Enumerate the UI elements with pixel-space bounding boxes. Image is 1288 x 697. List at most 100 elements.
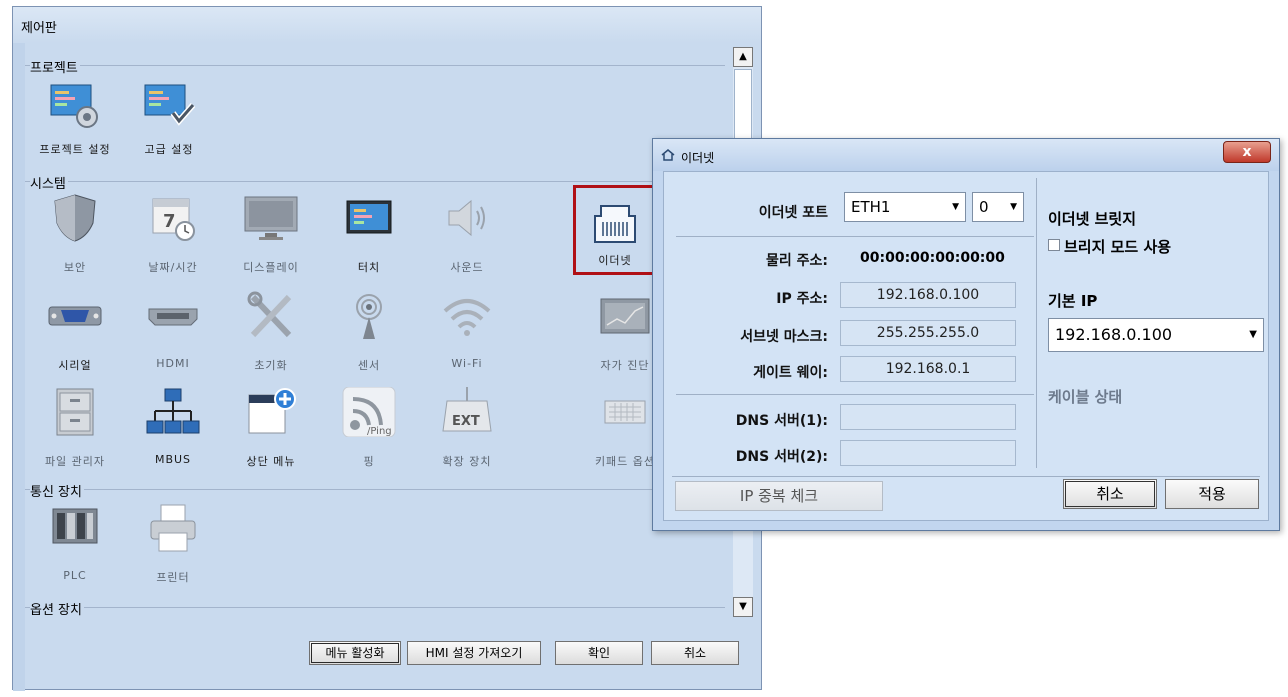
tile-expansion[interactable]: EXT 확장 장치 — [419, 387, 515, 479]
cable-status-label: 케이블 상태 — [1048, 388, 1123, 406]
vertical-separator — [1036, 178, 1037, 468]
gateway-field[interactable]: 192.168.0.1 — [840, 356, 1016, 382]
bridge-mode-checkbox[interactable] — [1048, 239, 1060, 251]
menu-activate-button[interactable]: 메뉴 활성화 — [309, 641, 401, 665]
gateway-label: 게이트 웨이: — [753, 365, 828, 381]
default-ip-select[interactable]: 192.168.0.100 ▼ — [1048, 318, 1264, 352]
tile-wifi[interactable]: Wi-Fi — [419, 291, 515, 383]
section-project-label: 프로젝트 — [30, 57, 80, 76]
ip-duplicate-check-button[interactable]: IP 중복 체크 — [675, 481, 883, 511]
ethernet-dialog-titlebar[interactable]: 이더넷 x — [653, 139, 1279, 171]
tile-label: 사운드 — [450, 261, 484, 274]
tile-label: 이더넷 — [598, 254, 632, 267]
tile-date-time[interactable]: 7 날짜/시간 — [125, 193, 221, 285]
dns1-field[interactable] — [840, 404, 1016, 430]
dns2-field[interactable] — [840, 440, 1016, 466]
scroll-down-icon[interactable]: ▼ — [733, 597, 753, 617]
tile-label: 시리얼 — [58, 359, 92, 372]
tools-icon — [247, 291, 292, 338]
home-icon — [661, 149, 675, 161]
tile-top-menu[interactable]: 상단 메뉴 — [223, 387, 319, 479]
dns2-label: DNS 서버(2): — [735, 449, 828, 465]
dialog-cancel-button[interactable]: 취소 — [1063, 479, 1157, 509]
tile-label: 디스플레이 — [243, 261, 299, 274]
bridge-mode-checkbox-row[interactable]: 브리지 모드 사용 — [1048, 236, 1258, 256]
advanced-settings-icon — [144, 84, 196, 126]
dialog-apply-button[interactable]: 적용 — [1165, 479, 1259, 509]
cancel-button[interactable]: 취소 — [651, 641, 739, 665]
bridge-title: 이더넷 브릿지 — [1048, 210, 1137, 228]
hdmi-port-icon — [148, 308, 198, 326]
tile-reset[interactable]: 초기화 — [223, 291, 319, 383]
control-panel-content: 프로젝트 프로젝트 설정 고급 설정 시스템 보안 7 날짜/시간 디스플레이 … — [25, 45, 755, 625]
tile-sensor[interactable]: 센서 — [321, 291, 417, 383]
ping-icon: /Ping — [342, 387, 396, 437]
tile-security[interactable]: 보안 — [27, 193, 123, 285]
port-select[interactable]: ETH1 ▼ — [844, 192, 966, 222]
ethernet-dialog: 이더넷 x 이더넷 포트 ETH1 ▼ 0 ▼ 물리 주소: 00:00:00:… — [652, 138, 1280, 531]
control-panel-titlebar[interactable]: 제어판 — [13, 7, 761, 43]
scroll-thumb[interactable] — [734, 69, 752, 149]
separator — [676, 394, 1034, 395]
diagnosis-chart-icon — [600, 298, 650, 334]
project-settings-icon — [50, 84, 98, 128]
tile-label: Wi-Fi — [451, 357, 483, 370]
tile-file-manager[interactable]: 파일 관리자 — [27, 387, 123, 479]
port-index-select[interactable]: 0 ▼ — [972, 192, 1024, 222]
ethernet-port-icon — [594, 205, 636, 243]
hmi-import-button[interactable]: HMI 설정 가져오기 — [407, 641, 541, 665]
tile-label: MBUS — [154, 453, 192, 466]
plc-icon — [52, 508, 98, 544]
shield-icon — [54, 194, 96, 242]
tile-label: 날짜/시간 — [148, 261, 198, 274]
port-index-value: 0 — [979, 198, 989, 216]
tile-label: 고급 설정 — [144, 143, 194, 156]
tile-label: 파일 관리자 — [44, 455, 106, 468]
tile-sound[interactable]: 사운드 — [419, 193, 515, 285]
section-project: 프로젝트 — [25, 57, 725, 76]
dns1-label: DNS 서버(1): — [735, 413, 828, 429]
mac-value: 00:00:00:00:00:00 — [860, 250, 1005, 266]
keyboard-icon — [604, 400, 646, 424]
chevron-down-icon: ▼ — [1249, 329, 1257, 340]
ok-button[interactable]: 확인 — [555, 641, 643, 665]
tile-label: 프로젝트 설정 — [39, 143, 111, 156]
ext-text: EXT — [452, 414, 480, 429]
tile-mbus[interactable]: MBUS — [125, 387, 221, 479]
tile-project-settings[interactable]: 프로젝트 설정 — [27, 83, 123, 175]
tile-display[interactable]: 디스플레이 — [223, 193, 319, 285]
tile-touch[interactable]: 터치 — [321, 193, 417, 285]
wifi-icon — [443, 299, 491, 336]
tile-ethernet[interactable]: 이더넷 — [573, 185, 657, 275]
tile-label: 보안 — [63, 261, 87, 274]
sensor-icon — [356, 294, 382, 339]
section-system-label: 시스템 — [30, 173, 68, 192]
tile-serial[interactable]: 시리얼 — [27, 291, 123, 383]
chevron-down-icon: ▼ — [1010, 202, 1017, 212]
control-panel-title: 제어판 — [21, 21, 57, 36]
scroll-up-icon[interactable]: ▲ — [733, 47, 753, 67]
close-icon[interactable]: x — [1223, 141, 1271, 163]
serial-port-icon — [48, 306, 102, 326]
add-window-icon — [248, 388, 296, 434]
ip-field[interactable]: 192.168.0.100 — [840, 282, 1016, 308]
port-label: 이더넷 포트 — [758, 205, 828, 221]
tile-label: HDMI — [156, 357, 190, 370]
monitor-icon — [244, 196, 298, 240]
network-tree-icon — [146, 388, 200, 434]
tile-label: 터치 — [357, 261, 381, 274]
tile-ping[interactable]: /Ping 핑 — [321, 387, 417, 479]
default-ip-value: 192.168.0.100 — [1055, 325, 1173, 344]
tile-plc[interactable]: PLC — [27, 503, 123, 595]
file-cabinet-icon — [56, 388, 94, 436]
chevron-down-icon: ▼ — [952, 202, 959, 212]
tile-printer[interactable]: 프린터 — [125, 503, 221, 595]
control-panel-window: 제어판 프로젝트 프로젝트 설정 고급 설정 시스템 보안 7 날짜/시간 디스… — [12, 6, 762, 691]
subnet-mask-field[interactable]: 255.255.255.0 — [840, 320, 1016, 346]
mac-label: 물리 주소: — [766, 253, 828, 269]
calendar-clock-icon: 7 — [152, 198, 195, 241]
printer-icon — [150, 504, 196, 552]
tile-advanced-settings[interactable]: 고급 설정 — [121, 83, 217, 175]
tile-label: 프린터 — [156, 571, 190, 584]
tile-hdmi[interactable]: HDMI — [125, 291, 221, 383]
